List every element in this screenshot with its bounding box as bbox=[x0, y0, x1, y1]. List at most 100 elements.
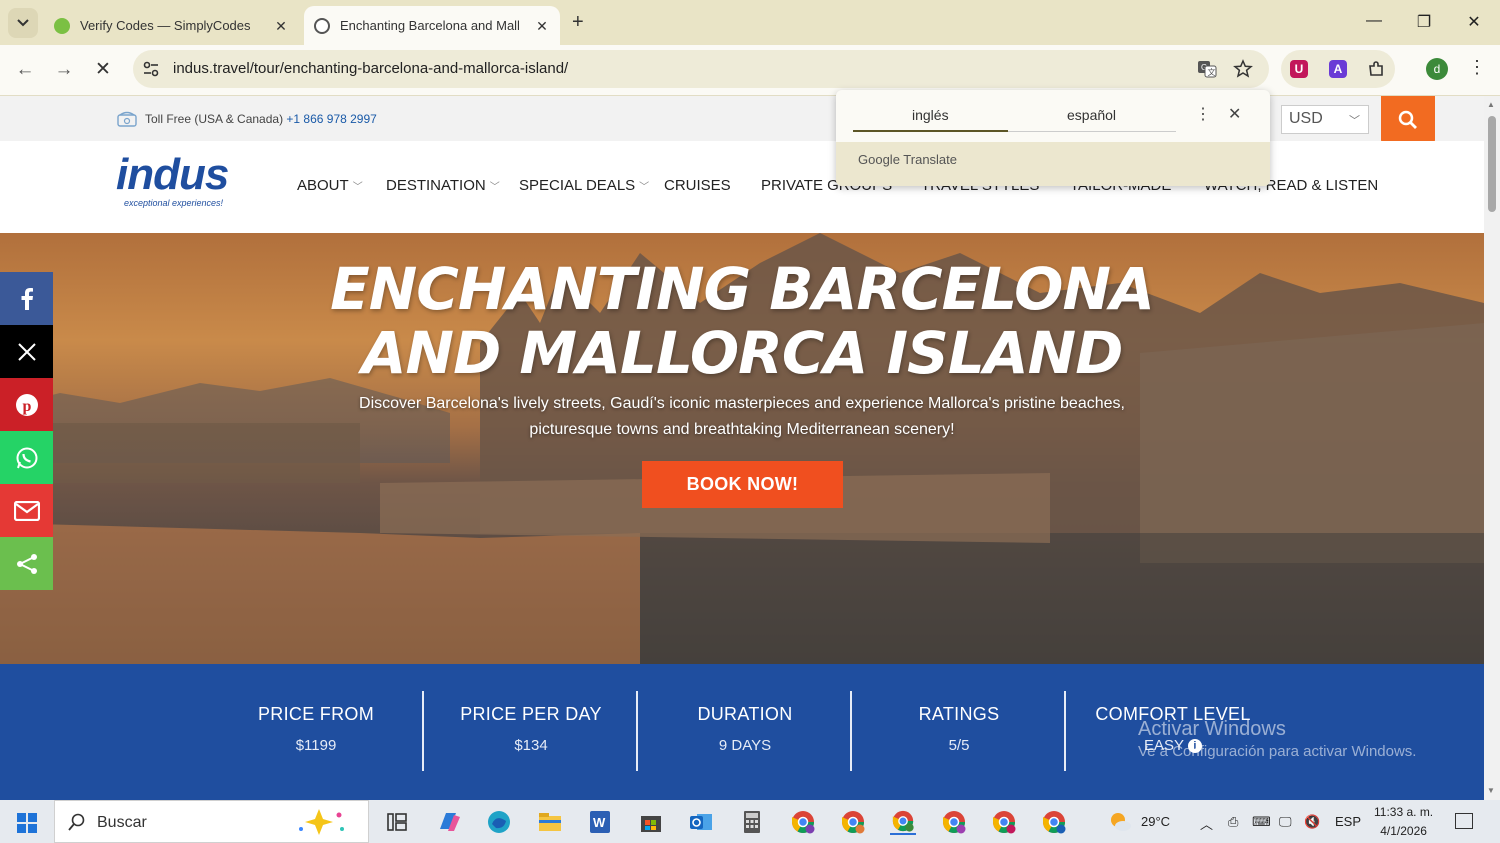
scroll-down-icon[interactable]: ▼ bbox=[1487, 786, 1495, 795]
chrome-profile-icon[interactable] bbox=[991, 809, 1017, 835]
browser-tab-strip: Verify Codes — SimplyCodes ✕ Enchanting … bbox=[0, 0, 1500, 45]
nav-label: ABOUT bbox=[297, 177, 349, 194]
volume-muted-icon[interactable]: 🔇 bbox=[1304, 814, 1320, 830]
scroll-up-icon[interactable]: ▲ bbox=[1487, 100, 1495, 109]
notification-center-icon[interactable] bbox=[1455, 813, 1473, 829]
translate-icon[interactable]: G文 bbox=[1197, 59, 1217, 79]
input-method-icon[interactable]: ⌨ bbox=[1252, 814, 1271, 830]
close-tab-icon[interactable]: ✕ bbox=[273, 18, 289, 34]
facebook-share-button[interactable] bbox=[0, 272, 53, 325]
pinterest-icon: p bbox=[15, 393, 38, 416]
microsoft-store-icon[interactable] bbox=[638, 809, 664, 835]
chrome-profile-icon[interactable] bbox=[941, 809, 967, 835]
svg-text:p: p bbox=[22, 398, 31, 415]
taskbar-search-box[interactable]: Buscar bbox=[54, 800, 369, 843]
url-text: indus.travel/tour/enchanting-barcelona-a… bbox=[173, 60, 569, 77]
nav-about[interactable]: ABOUT ﹀ bbox=[297, 177, 363, 194]
google-translate-brand: Google Translate bbox=[858, 152, 958, 167]
stop-loading-button[interactable]: ✕ bbox=[91, 59, 115, 81]
language-indicator[interactable]: ESP bbox=[1335, 814, 1361, 829]
browser-menu-icon[interactable]: ⋮ bbox=[1468, 57, 1486, 78]
site-info-icon[interactable] bbox=[142, 60, 160, 78]
site-search-button[interactable] bbox=[1381, 96, 1435, 144]
whatsapp-share-button[interactable] bbox=[0, 431, 53, 484]
profile-avatar[interactable]: d bbox=[1426, 58, 1448, 80]
browser-tab-active[interactable]: Enchanting Barcelona and Mall ✕ bbox=[304, 6, 560, 45]
tour-stats-bar: PRICE FROM $1199 PRICE PER DAY $134 DURATI… bbox=[0, 664, 1484, 800]
toll-free-number-link[interactable]: +1 866 978 2997 bbox=[286, 112, 376, 126]
windows-start-icon[interactable] bbox=[17, 813, 37, 833]
page-scrollbar[interactable]: ▲ ▼ bbox=[1484, 96, 1500, 800]
meet-now-icon[interactable]: ⎙ bbox=[1228, 814, 1238, 830]
share-button[interactable] bbox=[0, 537, 53, 590]
copilot-icon[interactable] bbox=[436, 809, 462, 835]
tab-divider bbox=[1008, 131, 1176, 132]
taskbar-search-placeholder: Buscar bbox=[97, 814, 147, 831]
extensions-puzzle-icon[interactable] bbox=[1367, 60, 1385, 78]
bookmark-star-icon[interactable] bbox=[1233, 59, 1253, 79]
minimize-button[interactable]: — bbox=[1364, 12, 1384, 30]
stat-duration: DURATION 9 DAYS bbox=[638, 704, 852, 754]
word-icon[interactable]: W bbox=[587, 809, 613, 835]
extensions-group: U A bbox=[1281, 50, 1395, 88]
x-icon bbox=[17, 342, 36, 361]
indus-logo[interactable]: indus exceptional experiences! bbox=[116, 152, 246, 222]
target-language-tab[interactable]: español bbox=[1067, 107, 1116, 123]
tab-search-dropdown[interactable] bbox=[8, 8, 38, 38]
close-translate-icon[interactable]: ✕ bbox=[1228, 104, 1241, 124]
pinterest-share-button[interactable]: p bbox=[0, 378, 53, 431]
chrome-profile-icon[interactable] bbox=[790, 809, 816, 835]
outlook-icon[interactable] bbox=[688, 809, 714, 835]
close-tab-icon[interactable]: ✕ bbox=[534, 18, 550, 34]
chrome-active-icon[interactable] bbox=[890, 809, 916, 835]
address-bar[interactable]: indus.travel/tour/enchanting-barcelona-a… bbox=[133, 50, 1269, 88]
stat-label: PRICE FROM bbox=[257, 704, 374, 724]
file-explorer-icon[interactable] bbox=[537, 809, 563, 835]
hero-subtitle: Discover Barcelona's lively streets, Gau… bbox=[359, 395, 1125, 438]
calculator-icon[interactable] bbox=[739, 809, 765, 835]
svg-text:文: 文 bbox=[1208, 67, 1216, 77]
nav-special-deals[interactable]: SPECIAL DEALS ﹀ bbox=[519, 177, 649, 194]
new-tab-button[interactable]: + bbox=[572, 12, 584, 32]
nav-cruises[interactable]: CRUISES bbox=[664, 177, 731, 194]
book-now-button[interactable]: BOOK NOW! bbox=[642, 461, 843, 508]
watermark-subtitle: Ve a Configuración para activar Windows. bbox=[1138, 743, 1417, 760]
show-hidden-icons[interactable]: ︿ bbox=[1200, 814, 1213, 833]
chevron-down-icon: ﹀ bbox=[1349, 115, 1360, 127]
stat-value: 5/5 bbox=[948, 737, 970, 754]
nav-destination[interactable]: DESTINATION ﹀ bbox=[386, 177, 500, 194]
a-extension-icon[interactable]: A bbox=[1329, 60, 1347, 78]
back-button[interactable]: ← bbox=[13, 59, 37, 81]
edge-icon[interactable] bbox=[486, 809, 512, 835]
forward-button[interactable]: → bbox=[52, 59, 76, 81]
clock-time: 11:33 a. m. bbox=[1374, 805, 1434, 819]
copilot-sparkle-icon bbox=[299, 809, 344, 835]
social-share-bar: p bbox=[0, 272, 53, 590]
translate-options-icon[interactable]: ⋮ bbox=[1195, 104, 1211, 124]
restore-button[interactable]: ❐ bbox=[1414, 12, 1434, 32]
whatsapp-icon bbox=[16, 447, 37, 468]
stat-value: $1199 bbox=[295, 737, 337, 754]
email-share-button[interactable] bbox=[0, 484, 53, 537]
weather-temp[interactable]: 29°C bbox=[1141, 814, 1170, 829]
currency-value: USD bbox=[1289, 110, 1323, 127]
taskbar-clock[interactable]: 11:33 a. m. 4/1/2026 bbox=[1374, 803, 1433, 841]
chrome-profile-icon[interactable] bbox=[840, 809, 866, 835]
x-share-button[interactable] bbox=[0, 325, 53, 378]
currency-select[interactable]: USD ﹀ bbox=[1281, 105, 1369, 134]
windows-taskbar: Buscar W 29°C ︿ ⎙ ⌨ 🖵 🔇 ESP 11:33 a. m. … bbox=[0, 800, 1500, 843]
ublock-extension-icon[interactable]: U bbox=[1290, 60, 1308, 78]
browser-toolbar: ← → ✕ indus.travel/tour/enchanting-barce… bbox=[0, 45, 1500, 96]
network-icon[interactable]: 🖵 bbox=[1279, 814, 1292, 830]
weather-sun-cloud-icon[interactable] bbox=[1107, 809, 1133, 835]
close-window-button[interactable]: ✕ bbox=[1464, 12, 1484, 32]
source-language-tab[interactable]: inglés bbox=[912, 107, 949, 123]
search-icon bbox=[1398, 110, 1417, 129]
nav-label: DESTINATION bbox=[386, 177, 486, 194]
scrollbar-thumb[interactable] bbox=[1488, 116, 1496, 212]
browser-tab[interactable]: Verify Codes — SimplyCodes ✕ bbox=[44, 6, 299, 45]
chrome-profile-icon[interactable] bbox=[1041, 809, 1067, 835]
task-view-icon[interactable] bbox=[384, 809, 410, 835]
active-tab-indicator bbox=[853, 130, 1008, 132]
toll-free-label: Toll Free (USA & Canada) bbox=[145, 112, 284, 126]
